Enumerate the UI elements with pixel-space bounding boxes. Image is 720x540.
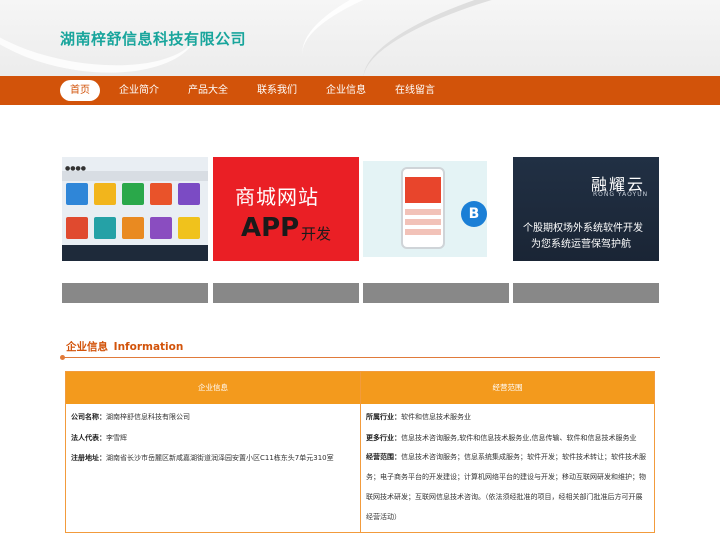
section-title: 企业信息 Information <box>66 339 183 354</box>
card-caption-bar[interactable] <box>513 283 659 303</box>
info-row-business-scope: 经营范围：信息技术咨询服务；信息系统集成服务；软件开发；软件技术转让；软件技术服… <box>366 453 646 521</box>
brand-logo-icon: B <box>461 201 487 227</box>
gallery-card[interactable]: ●●●● <box>62 157 208 303</box>
nav-item-company-info[interactable]: 企业信息 <box>316 80 376 101</box>
dark-strip <box>62 245 208 261</box>
divider-dot-icon <box>60 355 65 360</box>
gallery-card[interactable]: 融耀云 RONG YAOYUN 个股期权场外系统软件开发 为您系统运营保驾护航 <box>513 157 659 303</box>
company-info-column: 企业信息 公司名称：湖南梓舒信息科技有限公司 法人代表：李雪辉 注册地址：湖南省… <box>66 372 361 532</box>
app-toolbar <box>62 171 208 181</box>
mall-app-image[interactable]: 商城网站 APP 开发 <box>213 157 359 261</box>
info-row-address: 注册地址：湖南省长沙市岳麓区新咸嘉湖街道润泽园安置小区C11栋东头7单元310室 <box>71 454 334 462</box>
info-row-industry: 所属行业：软件和信息技术服务业 <box>366 413 471 421</box>
section-divider <box>60 355 660 360</box>
card-caption-bar[interactable] <box>213 283 359 303</box>
company-info-table: 企业信息 公司名称：湖南梓舒信息科技有限公司 法人代表：李雪辉 注册地址：湖南省… <box>65 371 655 533</box>
banner-text: 为您系统运营保驾护航 <box>531 239 631 250</box>
nav-item-products[interactable]: 产品大全 <box>178 80 238 101</box>
table-header: 经营范围 <box>361 372 654 404</box>
gallery-card[interactable]: 商城网站 APP 开发 <box>213 157 359 303</box>
nav-item-message[interactable]: 在线留言 <box>385 80 445 101</box>
nav-item-home[interactable]: 首页 <box>60 80 100 101</box>
banner-text: 个股期权场外系统软件开发 <box>523 223 643 234</box>
section-title-en: Information <box>113 341 184 353</box>
section-title-cn: 企业信息 <box>66 341 108 353</box>
app-grid-image[interactable]: ●●●● <box>62 157 208 261</box>
app-tile-grid <box>66 183 204 243</box>
banner-text: 开发 <box>301 225 332 243</box>
nav-item-about[interactable]: 企业简介 <box>109 80 169 101</box>
product-gallery: ●●●● 商城网站 APP 开发 B 融耀云 RONG YAOYUN 个股期权场… <box>62 157 662 303</box>
phone-mockup-image[interactable]: B <box>363 157 509 261</box>
table-header: 企业信息 <box>66 372 360 404</box>
brand-subtitle: RONG YAOYUN <box>593 191 649 198</box>
info-row-more-industry: 更多行业：信息技术咨询服务,软件和信息技术服务业,信息传输、软件和信息技术服务业 <box>366 434 637 442</box>
card-caption-bar[interactable] <box>363 283 509 303</box>
business-scope-column: 经营范围 所属行业：软件和信息技术服务业 更多行业：信息技术咨询服务,软件和信息… <box>361 372 654 532</box>
phone-icon <box>401 167 445 249</box>
card-caption-bar[interactable] <box>62 283 208 303</box>
site-title[interactable]: 湖南梓舒信息科技有限公司 <box>60 28 246 49</box>
header-banner: 湖南梓舒信息科技有限公司 <box>0 0 720 76</box>
banner-text: APP <box>241 213 300 243</box>
info-row-company-name: 公司名称：湖南梓舒信息科技有限公司 <box>71 413 190 421</box>
gallery-card[interactable]: B <box>363 157 509 303</box>
main-nav: 首页 企业简介 产品大全 联系我们 企业信息 在线留言 <box>0 76 720 105</box>
software-dev-image[interactable]: 融耀云 RONG YAOYUN 个股期权场外系统软件开发 为您系统运营保驾护航 <box>513 157 659 261</box>
nav-item-contact[interactable]: 联系我们 <box>247 80 307 101</box>
banner-text: 商城网站 <box>235 185 319 209</box>
info-row-legal-rep: 法人代表：李雪辉 <box>71 434 127 442</box>
